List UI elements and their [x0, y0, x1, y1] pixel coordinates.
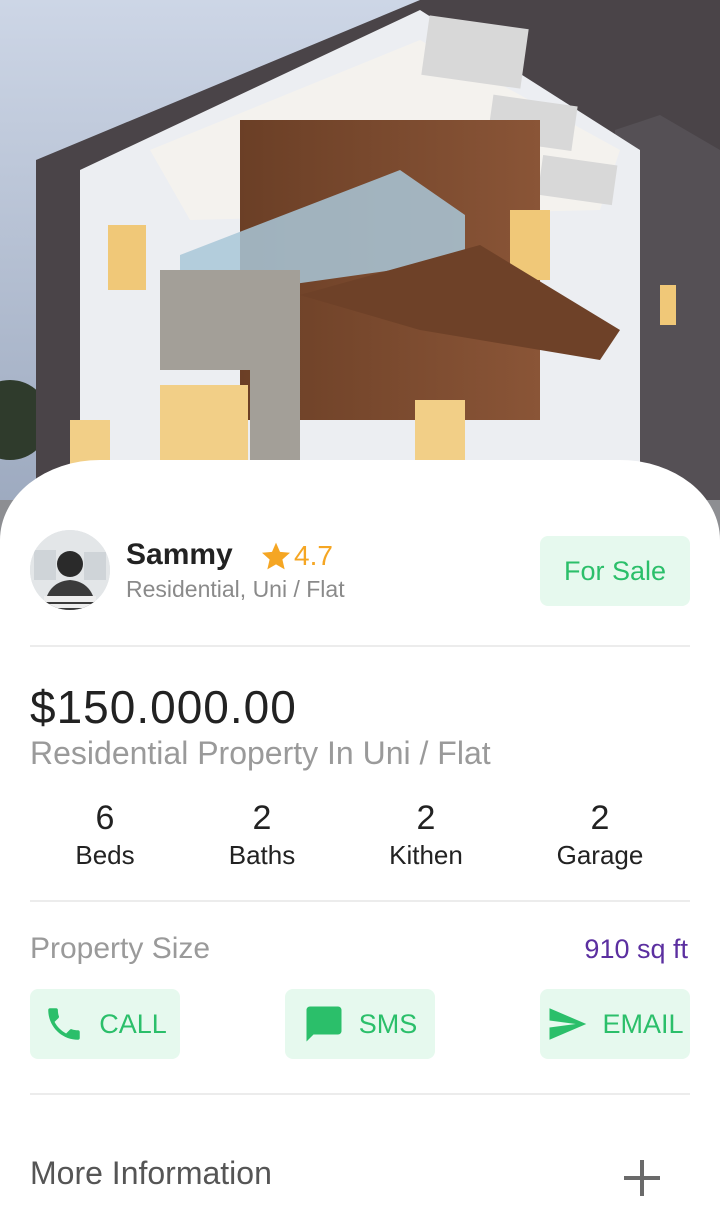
- property-photo: [0, 0, 720, 540]
- stat-value: 2: [252, 799, 272, 837]
- stat-value: 6: [95, 799, 115, 837]
- call-button[interactable]: CALL: [30, 989, 180, 1059]
- agent-name: Sammy: [126, 538, 233, 571]
- call-label: CALL: [99, 1008, 167, 1039]
- sms-button[interactable]: SMS: [285, 989, 435, 1059]
- agent-row: Sammy 4.7 Residential, Uni / Flat For Sa…: [30, 530, 690, 610]
- agent-rating: 4.7: [260, 540, 333, 572]
- listing-subtitle: Residential Property In Uni / Flat: [30, 735, 491, 771]
- stat-label: Baths: [228, 840, 296, 870]
- stat-label: Kithen: [389, 840, 463, 870]
- stat-garage: 2 Garage: [525, 798, 675, 872]
- stat-baths: 2 Baths: [187, 798, 337, 872]
- sms-label: SMS: [358, 1008, 418, 1039]
- send-icon: [549, 1008, 587, 1040]
- stat-label: Garage: [556, 840, 644, 870]
- stat-kitchen: 2 Kithen: [351, 798, 501, 872]
- divider: [30, 900, 690, 902]
- more-information-label[interactable]: More Information: [30, 1155, 272, 1192]
- property-size-value: 910 sq ft: [584, 934, 688, 964]
- rating-value: 4.7: [294, 540, 333, 571]
- property-stats: 6 Beds 2 Baths 2 Kithen 2 Garage: [30, 798, 690, 878]
- property-size-label: Property Size: [30, 932, 211, 965]
- stat-beds: 6 Beds: [30, 798, 180, 872]
- stat-value: 2: [590, 799, 610, 837]
- stat-label: Beds: [75, 840, 135, 870]
- plus-icon[interactable]: [622, 1158, 662, 1198]
- email-label: EMAIL: [602, 1008, 684, 1039]
- stat-value: 2: [416, 799, 436, 837]
- listing-price: $150.000.00: [30, 681, 297, 733]
- agent-avatar[interactable]: [30, 530, 110, 610]
- divider: [30, 645, 690, 647]
- divider: [30, 1093, 690, 1095]
- message-icon: [306, 1006, 342, 1042]
- email-button[interactable]: EMAIL: [540, 989, 690, 1059]
- for-sale-badge[interactable]: For Sale: [540, 536, 690, 606]
- agent-type: Residential, Uni / Flat: [126, 576, 345, 602]
- star-icon: [262, 542, 290, 570]
- phone-icon: [48, 1008, 80, 1040]
